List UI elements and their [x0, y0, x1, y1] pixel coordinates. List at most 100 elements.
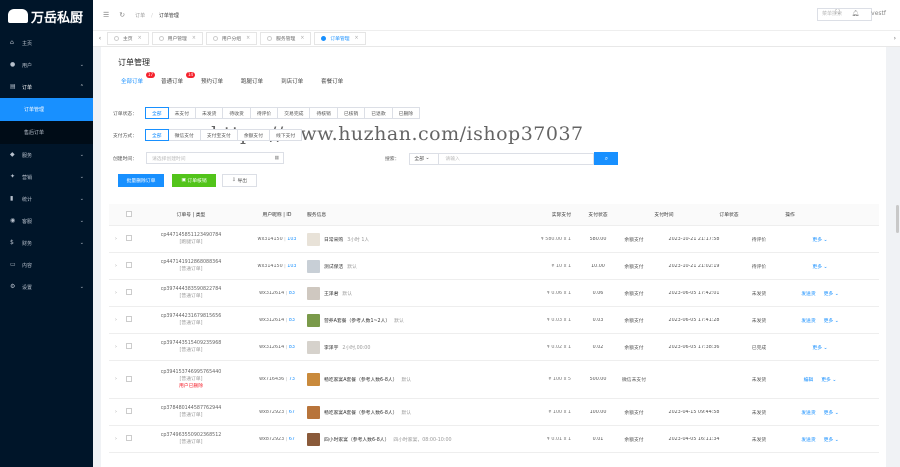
sidebar-item-1[interactable]: ● 用户 ⌄	[0, 54, 93, 76]
status-option-8[interactable]: 已退款	[364, 107, 393, 119]
pay-option-2[interactable]: 支付宝支付	[199, 129, 238, 141]
order-number[interactable]: cp447145851123490784	[135, 232, 247, 239]
close-icon[interactable]: ×	[355, 36, 359, 41]
status-tab-2[interactable]: 预约订单	[201, 77, 223, 85]
menu-toggle-icon[interactable]: ☰	[103, 11, 109, 19]
row-checkbox[interactable]	[126, 375, 132, 382]
row-action-0[interactable]: 发送货	[801, 317, 815, 324]
status-tab-5[interactable]: 套餐订单	[321, 77, 343, 85]
row-action-1[interactable]: 更多 ⌄	[824, 409, 839, 416]
order-number[interactable]: cp447141912868088364	[135, 259, 247, 266]
row-checkbox[interactable]	[126, 262, 132, 268]
row-checkbox[interactable]	[126, 435, 132, 441]
expand-row-icon[interactable]: ›	[115, 264, 117, 269]
search-input[interactable]: 请输入	[439, 152, 595, 165]
row-checkbox[interactable]	[126, 289, 132, 295]
close-icon[interactable]: ×	[192, 36, 196, 41]
bell-icon[interactable]: 🔔︎	[852, 10, 860, 17]
row-checkbox[interactable]	[126, 235, 132, 241]
sidebar-item-9[interactable]: ⚙ 设置 ⌄	[0, 276, 93, 298]
status-option-2[interactable]: 未发货	[195, 107, 224, 119]
search-type-select[interactable]: 全部 ⌄	[409, 152, 440, 165]
expand-row-icon[interactable]: ›	[115, 318, 117, 323]
order-number[interactable]: cp374963550902368512	[135, 432, 247, 439]
page-scrollbar[interactable]	[896, 205, 899, 233]
expand-row-icon[interactable]: ›	[115, 345, 117, 350]
row-action-1[interactable]: 更多 ⌄	[824, 436, 839, 443]
row-action-0[interactable]: 发送货	[801, 290, 815, 297]
tab-4[interactable]: 订单管理 ×	[314, 32, 366, 45]
status-option-7[interactable]: 已核销	[336, 107, 366, 119]
pay-option-1[interactable]: 微信支付	[167, 129, 201, 141]
status-option-5[interactable]: 交易完成	[277, 107, 311, 119]
fullscreen-icon[interactable]: ⛶	[835, 9, 839, 17]
expand-row-icon[interactable]: ›	[115, 410, 117, 415]
search-button[interactable]: ⌕	[594, 152, 619, 165]
sidebar-item-5[interactable]: ▮ 统计 ⌄	[0, 188, 93, 210]
row-action-1[interactable]: 更多 ⌄	[821, 376, 836, 383]
row-checkbox[interactable]	[126, 343, 132, 349]
row-action-0[interactable]: 编辑	[804, 376, 814, 383]
status-option-3[interactable]: 待收货	[222, 107, 251, 119]
user-id[interactable]: 67	[289, 437, 295, 442]
row-action-0[interactable]: 更多 ⌄	[812, 236, 827, 243]
tab-1[interactable]: 用户管理 ×	[151, 32, 203, 45]
row-action-0[interactable]: 发送货	[801, 436, 815, 443]
row-action-0[interactable]: 更多 ⌄	[812, 344, 827, 351]
sidebar-item-3[interactable]: ◆ 服务 ⌄	[0, 144, 93, 166]
select-all-checkbox[interactable]	[126, 210, 132, 217]
sidebar-item-7[interactable]: $ 财务 ⌄	[0, 232, 93, 254]
refresh-icon[interactable]: ↻	[119, 11, 125, 19]
user-name[interactable]: vestf	[871, 10, 886, 17]
status-tab-4[interactable]: 到店订单	[281, 77, 303, 85]
expand-row-icon[interactable]: ›	[115, 237, 117, 242]
close-icon[interactable]: ×	[138, 36, 142, 41]
status-tab-0[interactable]: 全部订单 17	[121, 72, 156, 85]
sidebar-item-4[interactable]: ✦ 营销 ⌄	[0, 166, 93, 188]
status-tab-1[interactable]: 普通订单 14	[161, 72, 196, 85]
tabs-prev-icon[interactable]: ‹	[93, 35, 107, 42]
date-range-input[interactable]: 请选择创建时间 ▦	[146, 152, 284, 164]
tab-0[interactable]: 主页 ×	[107, 32, 149, 45]
order-number[interactable]: cp397443515409235968	[135, 340, 247, 347]
user-id[interactable]: 103	[287, 237, 296, 242]
sidebar-item-0[interactable]: ⌂ 主页	[0, 32, 93, 54]
user-id[interactable]: 67	[289, 410, 295, 415]
row-checkbox[interactable]	[126, 408, 132, 414]
verify-order-button[interactable]: ▣ 订单核销	[172, 174, 216, 187]
row-action-0[interactable]: 发送货	[801, 409, 815, 416]
batch-delete-button[interactable]: 批量删除订单	[118, 174, 164, 187]
tab-3[interactable]: 服务管理 ×	[260, 32, 312, 45]
user-id[interactable]: 83	[289, 318, 295, 323]
sidebar-subitem-0[interactable]: 订单管理	[0, 98, 93, 121]
tabs-next-icon[interactable]: ›	[894, 35, 896, 42]
user-id[interactable]: 83	[289, 345, 295, 350]
status-option-9[interactable]: 已删除	[391, 107, 421, 119]
status-tab-3[interactable]: 跑腿订单	[241, 77, 263, 85]
expand-row-icon[interactable]: ›	[115, 377, 117, 382]
order-number[interactable]: cp394153746995765440	[135, 369, 247, 376]
pay-option-4[interactable]: 线下支付	[269, 129, 303, 141]
user-id[interactable]: 83	[289, 291, 295, 296]
tab-2[interactable]: 用户分组 ×	[205, 32, 258, 45]
order-number[interactable]: cp397444383590822784	[135, 286, 247, 293]
sidebar-item-6[interactable]: ◉ 客服 ⌄	[0, 210, 93, 232]
pay-option-0[interactable]: 全部	[145, 129, 169, 141]
status-option-6[interactable]: 待核销	[309, 107, 338, 119]
order-number[interactable]: cp378480144587762944	[135, 405, 247, 412]
expand-row-icon[interactable]: ›	[115, 437, 117, 442]
status-option-1[interactable]: 未支付	[167, 107, 197, 119]
order-number[interactable]: cp397444231679815656	[135, 313, 247, 320]
user-id[interactable]: 73	[289, 377, 295, 382]
export-button[interactable]: ⇩ 导出	[222, 174, 257, 187]
sidebar-item-8[interactable]: ▭ 内容	[0, 254, 93, 276]
pay-option-3[interactable]: 余额支付	[236, 129, 271, 141]
row-checkbox[interactable]	[126, 316, 132, 322]
expand-row-icon[interactable]: ›	[115, 291, 117, 296]
sidebar-item-2[interactable]: ▤ 订单 ⌃	[0, 76, 93, 98]
breadcrumb-item[interactable]: 订单	[135, 13, 145, 19]
row-action-1[interactable]: 更多 ⌄	[824, 317, 839, 324]
user-id[interactable]: 103	[287, 264, 296, 269]
status-option-0[interactable]: 全部	[145, 107, 169, 119]
row-action-1[interactable]: 更多 ⌄	[824, 290, 839, 297]
